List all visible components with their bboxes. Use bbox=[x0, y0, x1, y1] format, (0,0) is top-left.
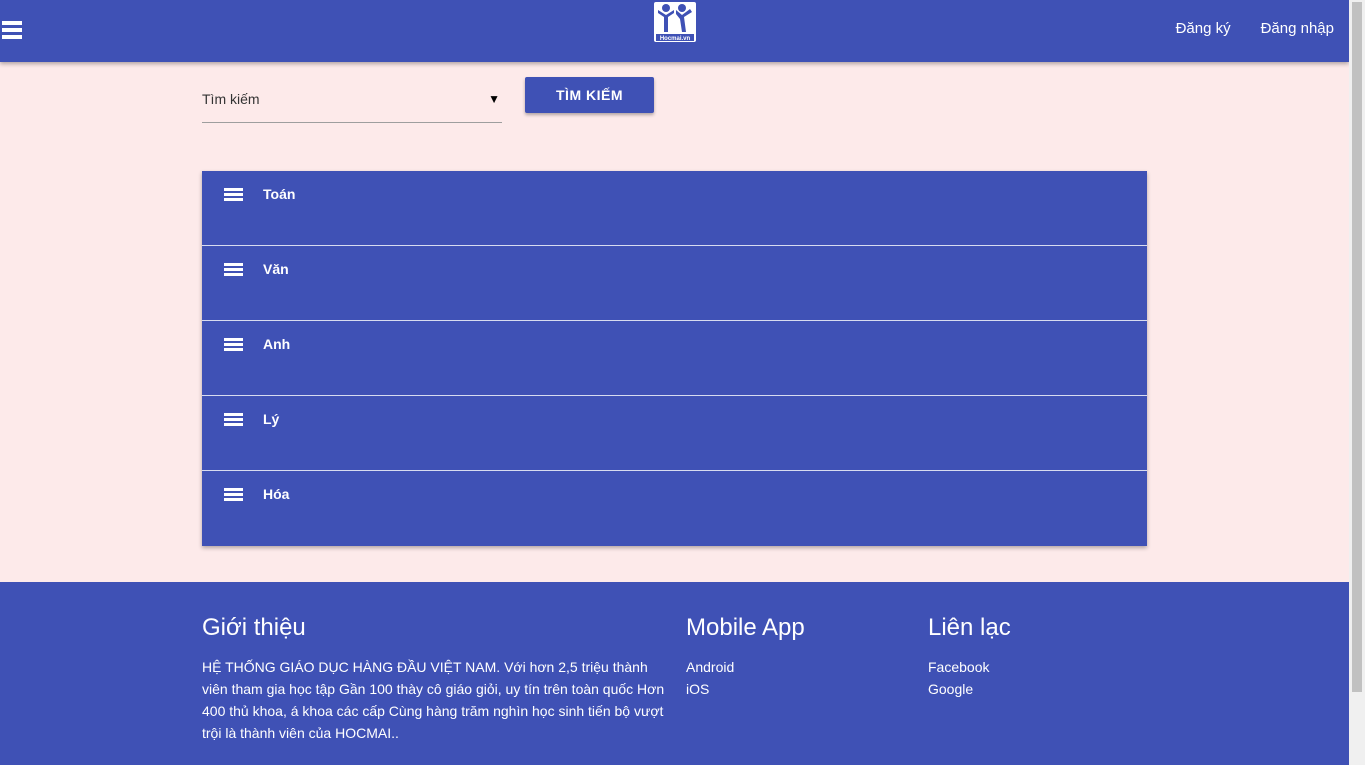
list-icon bbox=[224, 263, 243, 278]
login-link[interactable]: Đăng nhập bbox=[1261, 20, 1334, 37]
subject-label: Toán bbox=[263, 186, 296, 202]
subject-label: Anh bbox=[263, 336, 291, 352]
footer-contact-title: Liên lạc bbox=[928, 614, 1011, 641]
page: Hocmai.vn Đăng ký Đăng nhập Tìm kiếm ▼ T… bbox=[0, 0, 1349, 765]
logo-text: Hocmai.vn bbox=[660, 36, 691, 42]
search-button[interactable]: TÌM KIẾM bbox=[525, 77, 654, 113]
footer-intro-title: Giới thiệu bbox=[202, 614, 306, 641]
facebook-link[interactable]: Facebook bbox=[928, 656, 989, 678]
list-icon bbox=[224, 413, 243, 428]
android-link[interactable]: Android bbox=[686, 656, 734, 678]
dropdown-caret-icon: ▼ bbox=[488, 92, 500, 106]
auth-nav: Đăng ký Đăng nhập bbox=[1176, 20, 1334, 37]
subject-item-anh[interactable]: Anh bbox=[202, 321, 1147, 396]
hocmai-logo-graphic: Hocmai.vn bbox=[656, 4, 694, 42]
footer-contact-links: Facebook Google bbox=[928, 656, 989, 700]
top-app-bar: Hocmai.vn Đăng ký Đăng nhập bbox=[0, 0, 1349, 62]
list-icon bbox=[224, 338, 243, 353]
subject-label: Văn bbox=[263, 261, 289, 277]
search-select[interactable]: Tìm kiếm ▼ bbox=[202, 76, 502, 123]
scrollbar-thumb[interactable] bbox=[1352, 2, 1362, 692]
google-link[interactable]: Google bbox=[928, 678, 989, 700]
footer: Giới thiệu HỆ THỐNG GIÁO DỤC HÀNG ĐẦU VI… bbox=[0, 582, 1349, 765]
footer-intro-text: HỆ THỐNG GIÁO DỤC HÀNG ĐẦU VIỆT NAM. Với… bbox=[202, 659, 665, 741]
subject-item-hoa[interactable]: Hóa bbox=[202, 471, 1147, 546]
list-icon bbox=[224, 488, 243, 503]
vertical-scrollbar[interactable] bbox=[1349, 0, 1365, 765]
subject-label: Hóa bbox=[263, 486, 290, 502]
search-select-value: Tìm kiếm bbox=[202, 91, 260, 107]
subject-label: Lý bbox=[263, 411, 280, 427]
hocmai-logo[interactable]: Hocmai.vn bbox=[654, 2, 696, 42]
ios-link[interactable]: iOS bbox=[686, 678, 734, 700]
footer-mobile-links: Android iOS bbox=[686, 656, 734, 700]
subject-item-ly[interactable]: Lý bbox=[202, 396, 1147, 471]
subject-list: Toán Văn Anh Lý Hóa bbox=[202, 171, 1147, 546]
footer-mobile-title: Mobile App bbox=[686, 614, 805, 641]
list-icon bbox=[224, 188, 243, 203]
hamburger-menu-icon[interactable] bbox=[2, 21, 22, 39]
register-link[interactable]: Đăng ký bbox=[1176, 20, 1231, 37]
subject-item-van[interactable]: Văn bbox=[202, 246, 1147, 321]
subject-item-toan[interactable]: Toán bbox=[202, 171, 1147, 246]
